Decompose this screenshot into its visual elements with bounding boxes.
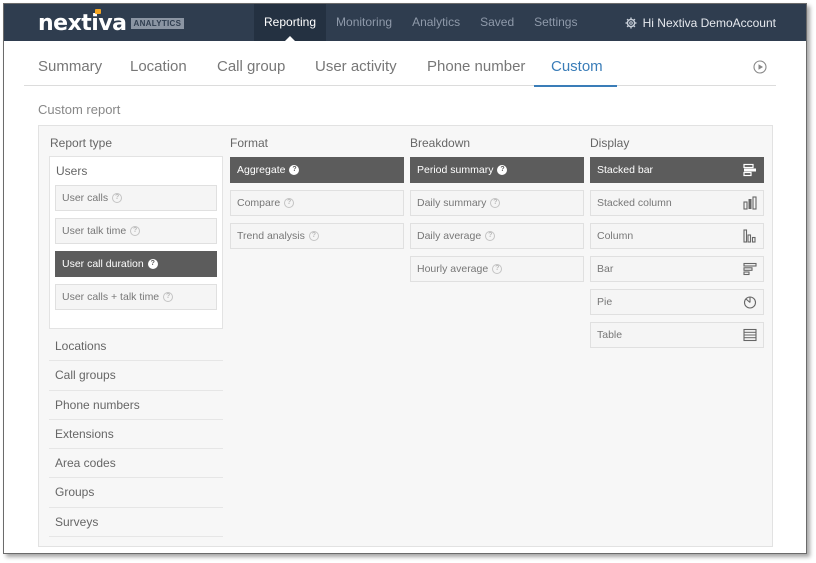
option-label: Bar — [597, 263, 614, 275]
breakdown-daily-summary[interactable]: Daily summary? — [410, 190, 584, 216]
breakdown-heading: Breakdown — [410, 136, 471, 150]
option-label: Compare — [237, 197, 281, 209]
option-label: Pie — [597, 296, 613, 308]
help-icon[interactable]: ? — [284, 198, 295, 209]
report-type-list: Locations Call groups Phone numbers Exte… — [49, 332, 223, 538]
display-column[interactable]: Column — [590, 223, 764, 249]
page-title: Custom report — [38, 102, 121, 117]
format-heading: Format — [230, 136, 269, 150]
display-table[interactable]: Table — [590, 322, 764, 348]
report-type-phone-numbers[interactable]: Phone numbers — [49, 391, 223, 420]
format-trend-analysis[interactable]: Trend analysis? — [230, 223, 404, 249]
gear-icon — [625, 17, 637, 28]
tab-summary[interactable]: Summary — [38, 41, 102, 86]
report-type-heading: Report type — [50, 136, 113, 150]
users-group: Users User calls? User talk time? User c… — [49, 156, 223, 329]
display-stacked-bar[interactable]: Stacked bar — [590, 157, 764, 183]
app-window: nextiva ANALYTICS Reporting Monitoring A… — [3, 3, 807, 554]
custom-report-panel: Report type Format Breakdown Display Use… — [38, 125, 773, 547]
help-icon[interactable]: ? — [490, 198, 501, 209]
tab-location[interactable]: Location — [130, 41, 187, 86]
display-stacked-column[interactable]: Stacked column — [590, 190, 764, 216]
tab-custom[interactable]: Custom — [551, 41, 603, 86]
option-user-calls-talk-time[interactable]: User calls + talk time? — [55, 284, 217, 310]
top-navbar: nextiva ANALYTICS Reporting Monitoring A… — [4, 4, 806, 41]
stacked-bar-icon — [743, 163, 756, 177]
option-user-call-duration[interactable]: User call duration? — [55, 251, 217, 277]
logo-dot — [95, 9, 101, 14]
help-icon[interactable]: ? — [485, 231, 496, 242]
breakdown-period-summary[interactable]: Period summary? — [410, 157, 584, 183]
report-type-area-codes[interactable]: Area codes — [49, 449, 223, 479]
help-icon[interactable]: ? — [130, 226, 141, 237]
help-icon[interactable]: ? — [147, 259, 158, 270]
option-label: Hourly average — [417, 263, 489, 275]
display-pie[interactable]: Pie — [590, 289, 764, 315]
report-tabs: Summary Location Call group User activit… — [24, 41, 776, 87]
tab-call-group[interactable]: Call group — [217, 41, 285, 86]
option-label: Aggregate — [237, 164, 286, 176]
help-icon[interactable]: ? — [163, 292, 174, 303]
format-compare[interactable]: Compare? — [230, 190, 404, 216]
option-label: User talk time — [62, 225, 127, 237]
nav-analytics[interactable]: Analytics — [402, 4, 470, 41]
help-icon[interactable]: ? — [497, 165, 508, 176]
display-bar[interactable]: Bar — [590, 256, 764, 282]
account-menu[interactable]: Hi Nextiva DemoAccount — [625, 4, 776, 41]
tab-user-activity[interactable]: User activity — [315, 41, 397, 86]
breakdown-hourly-average[interactable]: Hourly average? — [410, 256, 584, 282]
nav-saved[interactable]: Saved — [470, 4, 524, 41]
tab-phone-number[interactable]: Phone number — [427, 41, 525, 86]
report-type-call-groups[interactable]: Call groups — [49, 361, 223, 391]
account-label: Hi Nextiva DemoAccount — [642, 15, 776, 30]
option-label: Stacked bar — [597, 164, 654, 176]
option-label: User calls — [62, 192, 109, 204]
option-label: User calls + talk time — [62, 291, 160, 303]
table-icon — [743, 328, 757, 342]
help-icon[interactable]: ? — [289, 165, 300, 176]
stacked-column-icon — [743, 196, 757, 210]
report-type-locations[interactable]: Locations — [49, 332, 223, 362]
display-heading: Display — [590, 136, 630, 150]
option-label: Daily summary — [417, 197, 487, 209]
option-user-talk-time[interactable]: User talk time? — [55, 218, 217, 244]
analytics-badge: ANALYTICS — [130, 17, 185, 29]
nav-settings[interactable]: Settings — [524, 4, 587, 41]
option-label: Column — [597, 230, 634, 242]
option-label: Period summary — [417, 164, 494, 176]
active-tab-underline — [534, 85, 617, 87]
option-label: Daily average — [417, 230, 482, 242]
main-nav: Reporting Monitoring Analytics Saved Set… — [254, 4, 587, 41]
users-group-title: Users — [56, 164, 88, 178]
breakdown-daily-average[interactable]: Daily average? — [410, 223, 584, 249]
option-label: Table — [597, 329, 623, 341]
help-icon[interactable]: ? — [112, 193, 123, 204]
format-aggregate[interactable]: Aggregate? — [230, 157, 404, 183]
report-type-groups[interactable]: Groups — [49, 478, 223, 508]
option-label: User call duration — [62, 258, 144, 270]
nav-monitoring[interactable]: Monitoring — [326, 4, 402, 41]
play-icon[interactable] — [753, 60, 767, 74]
option-label: Trend analysis — [237, 230, 305, 242]
report-type-surveys[interactable]: Surveys — [49, 508, 223, 538]
nextiva-logo[interactable]: nextiva ANALYTICS — [38, 9, 185, 36]
logo-text: nextiva — [38, 10, 127, 36]
help-icon[interactable]: ? — [492, 264, 503, 275]
report-type-extensions[interactable]: Extensions — [49, 420, 223, 450]
bar-icon — [743, 262, 757, 276]
option-label: Stacked column — [597, 197, 672, 209]
nav-reporting[interactable]: Reporting — [254, 4, 327, 41]
help-icon[interactable]: ? — [308, 231, 319, 242]
column-icon — [743, 229, 756, 243]
option-user-calls[interactable]: User calls? — [55, 185, 217, 211]
pie-icon — [743, 296, 757, 309]
